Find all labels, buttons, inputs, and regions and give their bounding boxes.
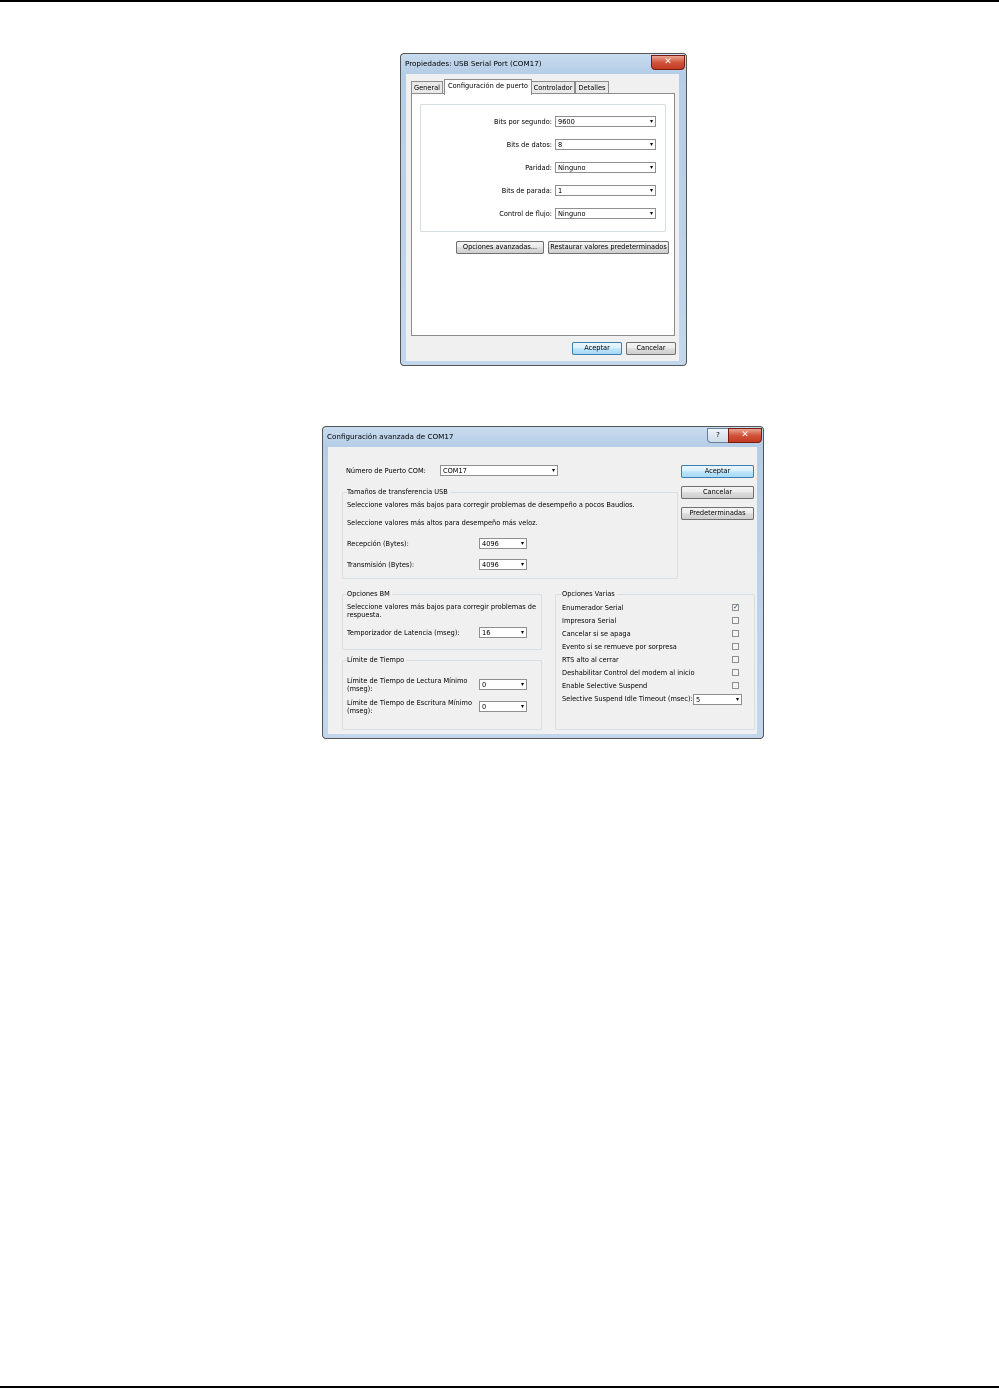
misc-group-title: Opciones Varias (562, 590, 617, 598)
field-label: Control de flujo: (499, 210, 552, 218)
dropdown-arrow-icon: ▾ (520, 540, 524, 547)
latency-select[interactable]: 16 ▾ (479, 627, 527, 638)
cancel-button[interactable]: Cancelar (626, 342, 676, 355)
page-top-rule (0, 0, 999, 2)
read-timeout-select[interactable]: 0 ▾ (479, 679, 527, 690)
select-value: 0 (482, 703, 487, 711)
cancel-if-power-off-checkbox[interactable] (732, 630, 739, 637)
field-label: Bits por segundo: (494, 118, 552, 126)
option-label: Deshabilitar Control del modem al inicio (562, 669, 695, 677)
option-label: Evento si se remueve por sorpresa (562, 643, 677, 651)
receive-label: Recepción (Bytes): (347, 540, 409, 548)
select-value: Ninguno (558, 164, 586, 172)
transmit-select[interactable]: 4096 ▾ (479, 559, 527, 570)
transmit-label: Transmisión (Bytes): (347, 561, 415, 569)
option-label: Impresora Serial (562, 617, 617, 625)
usb-desc-high: Seleccione valores más altos para desemp… (347, 519, 538, 527)
dropdown-arrow-icon: ▾ (520, 703, 524, 710)
bm-group-title: Opciones BM (347, 590, 392, 598)
advanced-settings-dialog: Configuración avanzada de COM17 ? ✕ Núme… (322, 426, 764, 739)
field-label: Bits de parada: (501, 187, 552, 195)
serial-enumerator-checkbox[interactable]: ✓ (732, 604, 739, 611)
bm-desc: Seleccione valores más bajos para correg… (347, 603, 537, 619)
flow-control-select[interactable]: Ninguno ▾ (555, 208, 656, 219)
select-value: 0 (482, 681, 487, 689)
page-bottom-rule (0, 1386, 999, 1388)
advanced-titlebar[interactable]: Configuración avanzada de COM17 ? ✕ (323, 427, 763, 445)
dropdown-arrow-icon: ▾ (649, 141, 653, 148)
timeouts-group (342, 660, 542, 730)
event-on-surprise-removal-checkbox[interactable] (732, 643, 739, 650)
dropdown-arrow-icon: ▾ (649, 187, 653, 194)
help-button[interactable]: ? (707, 428, 729, 443)
select-value: 9600 (558, 118, 575, 126)
dropdown-arrow-icon: ▾ (551, 467, 555, 474)
stop-bits-select[interactable]: 1 ▾ (555, 185, 656, 196)
dialog-title: Configuración avanzada de COM17 (327, 432, 454, 441)
ok-button[interactable]: Aceptar (572, 342, 622, 355)
idle-timeout-select[interactable]: 5 ▾ (693, 694, 742, 705)
checkmark-icon: ✓ (733, 603, 739, 611)
properties-dialog: Propiedades: USB Serial Port (COM17) ✕ G… (400, 53, 687, 366)
option-label: RTS alto al cerrar (562, 656, 619, 664)
restore-defaults-button[interactable]: Restaurar valores predeterminados (548, 241, 669, 254)
read-timeout-label: Límite de Tiempo de Lectura Mínimo (mseg… (347, 677, 468, 693)
dialog-title: Propiedades: USB Serial Port (COM17) (405, 59, 542, 68)
ok-button[interactable]: Aceptar (681, 465, 754, 478)
cancel-button[interactable]: Cancelar (681, 486, 754, 499)
port-settings-page: Bits por segundo: 9600 ▾ Bits de datos: … (411, 93, 675, 336)
bits-per-second-select[interactable]: 9600 ▾ (555, 116, 656, 127)
option-label: Enumerador Serial (562, 604, 624, 612)
com-port-label: Número de Puerto COM: (346, 467, 426, 475)
write-timeout-select[interactable]: 0 ▾ (479, 701, 527, 712)
select-value: 8 (558, 141, 563, 149)
usb-desc-low: Seleccione valores más bajos para correg… (347, 501, 635, 509)
dropdown-arrow-icon: ▾ (649, 210, 653, 217)
field-label: Paridad: (525, 164, 552, 172)
dropdown-arrow-icon: ▾ (735, 696, 739, 703)
advanced-client: Número de Puerto COM: COM17 ▾ Aceptar Ca… (328, 447, 757, 734)
select-value: COM17 (443, 467, 467, 475)
select-value: 16 (482, 629, 491, 637)
serial-printer-checkbox[interactable] (732, 617, 739, 624)
advanced-options-button[interactable]: Opciones avanzadas... (456, 241, 544, 254)
dropdown-arrow-icon: ▾ (520, 681, 524, 688)
usb-group-title: Tamaños de transferencia USB (347, 488, 450, 496)
dropdown-arrow-icon: ▾ (520, 561, 524, 568)
com-port-select[interactable]: COM17 ▾ (440, 465, 558, 476)
option-label: Enable Selective Suspend (562, 682, 648, 690)
defaults-button[interactable]: Predeterminadas (681, 507, 754, 520)
properties-client: General Configuración de puerto Controla… (406, 74, 679, 361)
dropdown-arrow-icon: ▾ (520, 629, 524, 636)
select-value: 5 (696, 696, 701, 704)
dropdown-arrow-icon: ▾ (649, 164, 653, 171)
write-timeout-label: Límite de Tiempo de Escritura Mínimo (ms… (347, 699, 472, 715)
latency-label: Temporizador de Latencia (mseg): (347, 629, 460, 637)
select-value: 1 (558, 187, 563, 195)
data-bits-select[interactable]: 8 ▾ (555, 139, 656, 150)
select-value: Ninguno (558, 210, 586, 218)
rts-high-on-close-checkbox[interactable] (732, 656, 739, 663)
select-value: 4096 (482, 561, 499, 569)
timeouts-group-title: Límite de Tiempo (347, 656, 407, 664)
idle-timeout-label: Selective Suspend Idle Timeout (msec): (562, 695, 693, 703)
option-label: Cancelar si se apaga (562, 630, 631, 638)
select-value: 4096 (482, 540, 499, 548)
disable-modem-ctrl-checkbox[interactable] (732, 669, 739, 676)
close-button[interactable]: ✕ (651, 55, 685, 70)
receive-select[interactable]: 4096 ▾ (479, 538, 527, 549)
parity-select[interactable]: Ninguno ▾ (555, 162, 656, 173)
selective-suspend-checkbox[interactable] (732, 682, 739, 689)
tab-port-settings[interactable]: Configuración de puerto (444, 79, 532, 95)
properties-titlebar[interactable]: Propiedades: USB Serial Port (COM17) ✕ (401, 54, 686, 72)
field-label: Bits de datos: (506, 141, 552, 149)
close-button[interactable]: ✕ (728, 428, 762, 443)
dropdown-arrow-icon: ▾ (649, 118, 653, 125)
